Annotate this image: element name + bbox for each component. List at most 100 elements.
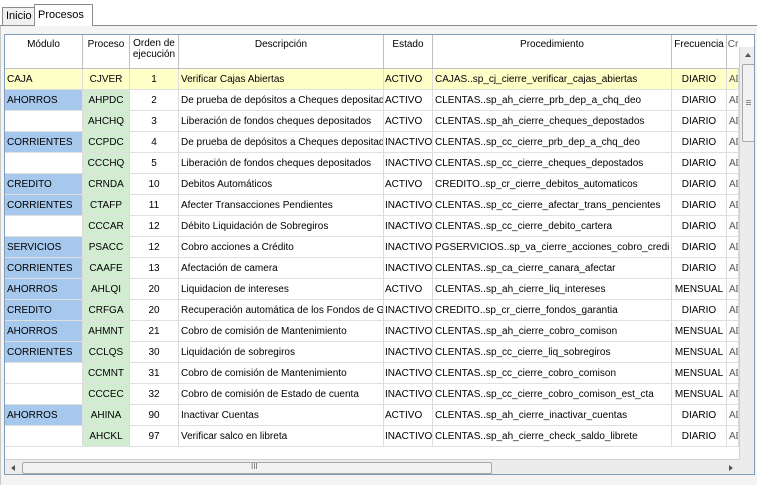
table-row[interactable]: CORRIENTES CCPDC 4 De prueba de depósitos a…	[5, 132, 739, 153]
cell-proceso: CCMNT	[83, 363, 130, 384]
cell-cr: AD	[727, 384, 739, 405]
cell-modulo	[5, 111, 83, 132]
cell-proceso: CCCAR	[83, 216, 130, 237]
cell-descripcion: Liquidacion de intereses	[179, 279, 384, 300]
scroll-right-icon[interactable]	[729, 465, 733, 471]
header-descripcion[interactable]: Descripción	[179, 35, 384, 68]
header-cr[interactable]: Cr	[727, 35, 739, 68]
cell-cr: AD	[727, 132, 739, 153]
scroll-up-icon[interactable]	[745, 53, 751, 57]
table-row[interactable]: CCMNT 31 Cobro de comisión de Mantenimient…	[5, 363, 739, 384]
cell-descripcion: Inactivar Cuentas	[179, 405, 384, 426]
table-row[interactable]: AHORROS AHINA 90 Inactivar Cuentas ACTIVO CLE…	[5, 405, 739, 426]
cell-frecuencia: MENSUAL	[672, 279, 727, 300]
vertical-scroll-thumb[interactable]	[742, 64, 754, 142]
cell-procedimiento: CLENTAS..sp_ah_cierre_liq_intereses	[433, 279, 672, 300]
scroll-corner	[739, 459, 754, 474]
scroll-left-icon[interactable]	[11, 465, 15, 471]
table-row[interactable]: CCCEC 32 Cobro de comisión de Estado de cu…	[5, 384, 739, 405]
table-row[interactable]: AHCHQ 3 Liberación de fondos cheques depos…	[5, 111, 739, 132]
cell-procedimiento: CLENTAS..sp_cc_cierre_debito_cartera	[433, 216, 672, 237]
cell-frecuencia: DIARIO	[672, 132, 727, 153]
cell-procedimiento: CLENTAS..sp_ah_cierre_cheques_depostados	[433, 111, 672, 132]
header-modulo[interactable]: Módulo	[5, 35, 83, 68]
cell-orden: 13	[130, 258, 179, 279]
cell-proceso: AHLQI	[83, 279, 130, 300]
header-frecuencia[interactable]: Frecuencia	[672, 35, 727, 68]
header-estado[interactable]: Estado	[384, 35, 433, 68]
cell-modulo: CORRIENTES	[5, 195, 83, 216]
horizontal-scrollbar[interactable]: III	[5, 459, 739, 474]
cell-frecuencia: MENSUAL	[672, 384, 727, 405]
table-row[interactable]: CCCHQ 5 Liberación de fondos cheques depos…	[5, 153, 739, 174]
cell-cr: AD	[727, 111, 739, 132]
cell-procedimiento: CLENTAS..sp_cc_cierre_liq_sobregiros	[433, 342, 672, 363]
cell-modulo	[5, 363, 83, 384]
procesos-panel: Módulo Proceso Orden de ejecución Descri…	[0, 26, 757, 485]
table-row[interactable]: CORRIENTES CAAFE 13 Afectación de camera INA…	[5, 258, 739, 279]
table-row[interactable]: AHORROS AHLQI 20 Liquidacion de intereses AC…	[5, 279, 739, 300]
cell-cr: AD	[727, 279, 739, 300]
cell-modulo: CREDITO	[5, 174, 83, 195]
cell-procedimiento: CAJAS..sp_cj_cierre_verificar_cajas_abie…	[433, 69, 672, 90]
cell-frecuencia: DIARIO	[672, 69, 727, 90]
cell-proceso: AHCKL	[83, 426, 130, 447]
cell-proceso: CAAFE	[83, 258, 130, 279]
tab-inicio[interactable]: Inicio	[2, 7, 35, 26]
table-row[interactable]: CCCAR 12 Débito Liquidación de Sobregiros I…	[5, 216, 739, 237]
cell-estado: INACTIVO	[384, 153, 433, 174]
table-row[interactable]: AHORROS AHMNT 21 Cobro de comisión de Mante…	[5, 321, 739, 342]
cell-descripcion: Afectación de camera	[179, 258, 384, 279]
cell-orden: 97	[130, 426, 179, 447]
cell-cr: AD	[727, 321, 739, 342]
cell-descripcion: Verificar salco en libreta	[179, 426, 384, 447]
header-procedimiento[interactable]: Procedimiento	[433, 35, 672, 68]
header-proceso[interactable]: Proceso	[83, 35, 130, 68]
cell-estado: ACTIVO	[384, 279, 433, 300]
cell-estado: ACTIVO	[384, 90, 433, 111]
table-row[interactable]: AHCKL 97 Verificar salco en libreta INACTIV…	[5, 426, 739, 447]
cell-estado: INACTIVO	[384, 426, 433, 447]
cell-estado: ACTIVO	[384, 69, 433, 90]
cell-descripcion: Debitos Automáticos	[179, 174, 384, 195]
table-row[interactable]: CREDITO CRFGA 20 Recuperación automática de…	[5, 300, 739, 321]
table-row[interactable]: AHORROS AHPDC 2 De prueba de depósitos a Ch…	[5, 90, 739, 111]
cell-procedimiento: CLENTAS..sp_cc_cierre_prb_dep_a_chq_deo	[433, 132, 672, 153]
table-row[interactable]: CORRIENTES CCLQS 30 Liquidación de sobregir…	[5, 342, 739, 363]
cell-orden: 20	[130, 300, 179, 321]
cell-estado: INACTIVO	[384, 342, 433, 363]
cell-descripcion: Liberación de fondos cheques depositados	[179, 153, 384, 174]
cell-cr: AD	[727, 69, 739, 90]
cell-descripcion: Recuperación automática de los Fondos de…	[179, 300, 384, 321]
tab-bar: Inicio Procesos	[0, 0, 757, 26]
cell-procedimiento: CLENTAS..sp_ah_cierre_inactivar_cuentas	[433, 405, 672, 426]
cell-frecuencia: DIARIO	[672, 258, 727, 279]
table-row[interactable]: CREDITO CRNDA 10 Debitos Automáticos ACTIVO C…	[5, 174, 739, 195]
cell-modulo: CREDITO	[5, 300, 83, 321]
horizontal-scroll-thumb[interactable]: III	[22, 462, 492, 474]
cell-estado: ACTIVO	[384, 111, 433, 132]
table-row[interactable]: SERVICIOS PSACC 12 Cobro acciones a Crédito…	[5, 237, 739, 258]
table-row[interactable]: CORRIENTES CTAFP 11 Afecter Transacciones P…	[5, 195, 739, 216]
cell-orden: 10	[130, 174, 179, 195]
cell-frecuencia: DIARIO	[672, 174, 727, 195]
cell-estado: INACTIVO	[384, 132, 433, 153]
cell-modulo	[5, 153, 83, 174]
tab-procesos[interactable]: Procesos	[34, 4, 93, 26]
cell-cr: AD	[727, 426, 739, 447]
cell-estado: INACTIVO	[384, 321, 433, 342]
cell-descripcion: Liberación de fondos cheques depositados	[179, 111, 384, 132]
cell-procedimiento: CLENTAS..sp_cc_cierre_cobro_comison	[433, 363, 672, 384]
cell-frecuencia: DIARIO	[672, 153, 727, 174]
cell-estado: INACTIVO	[384, 195, 433, 216]
cell-orden: 31	[130, 363, 179, 384]
cell-orden: 21	[130, 321, 179, 342]
cell-cr: AD	[727, 258, 739, 279]
cell-frecuencia: DIARIO	[672, 405, 727, 426]
header-orden[interactable]: Orden de ejecución	[130, 35, 179, 68]
cell-frecuencia: DIARIO	[672, 111, 727, 132]
cell-procedimiento: CLENTAS..sp_ah_cierre_check_saldo_libret…	[433, 426, 672, 447]
vertical-scrollbar[interactable]	[739, 47, 754, 459]
table-row[interactable]: CAJA CJVER 1 Verificar Cajas Abiertas ACTIVO…	[5, 69, 739, 90]
cell-proceso: CCCHQ	[83, 153, 130, 174]
